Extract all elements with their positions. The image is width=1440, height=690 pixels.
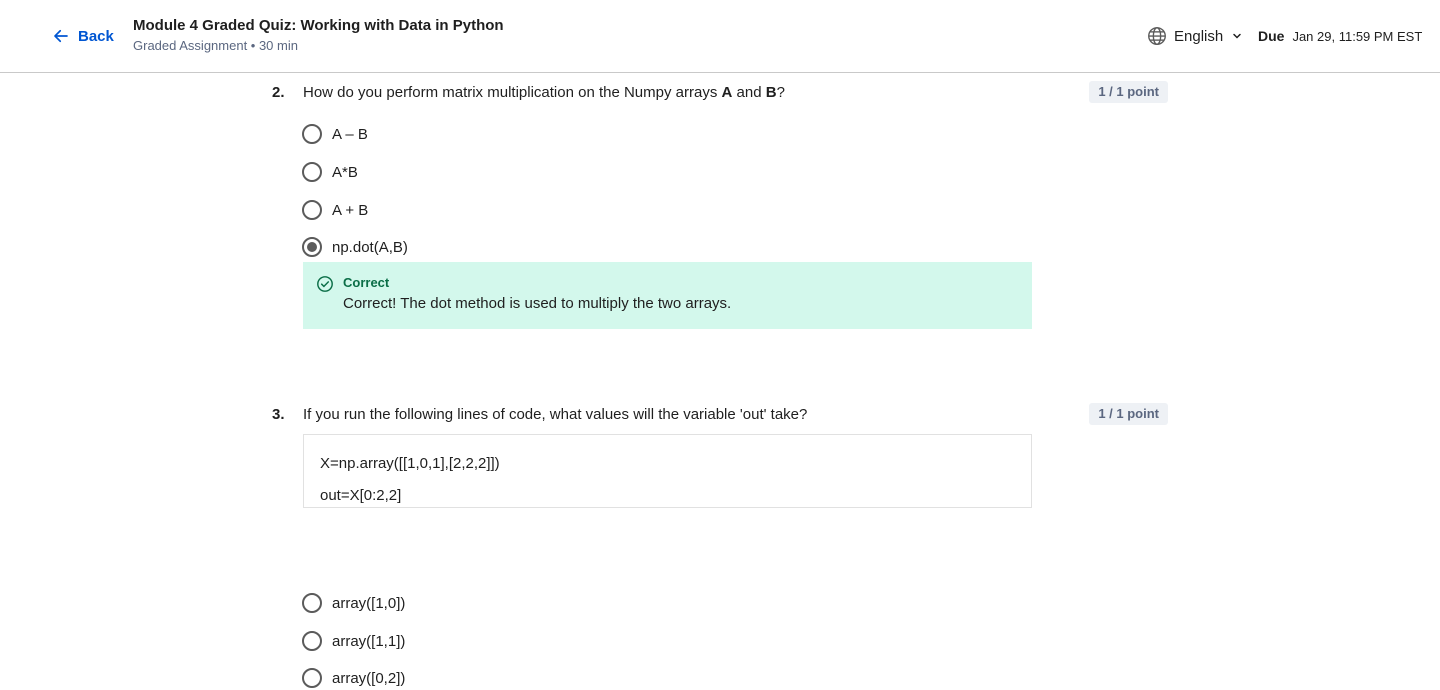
language-label: English bbox=[1174, 27, 1224, 45]
radio-button[interactable] bbox=[302, 162, 322, 182]
option-label: A*B bbox=[332, 163, 358, 181]
globe-icon bbox=[1148, 27, 1166, 45]
radio-button[interactable] bbox=[302, 200, 322, 220]
option-label: A – B bbox=[332, 125, 368, 143]
answer-option[interactable]: A + B bbox=[302, 198, 368, 222]
code-line: X=np.array([[1,0,1],[2,2,2]]) bbox=[320, 455, 500, 472]
correct-feedback: Correct Correct! The dot method is used … bbox=[303, 262, 1032, 329]
question-text-part: ? bbox=[776, 84, 785, 101]
back-label: Back bbox=[78, 27, 114, 45]
page-header: Back Module 4 Graded Quiz: Working with … bbox=[0, 0, 1440, 73]
answer-option[interactable]: array([1,0]) bbox=[302, 591, 405, 615]
question-text: How do you perform matrix multiplication… bbox=[303, 83, 785, 103]
feedback-text: Correct! The dot method is used to multi… bbox=[343, 295, 732, 312]
answer-option[interactable]: A – B bbox=[302, 122, 368, 146]
question-text: If you run the following lines of code, … bbox=[303, 406, 808, 423]
due-label: Due bbox=[1258, 28, 1285, 44]
question-text-part: How do you perform matrix multiplication… bbox=[303, 84, 722, 101]
back-button[interactable]: Back bbox=[52, 24, 114, 48]
answer-option[interactable]: array([0,2]) bbox=[302, 666, 405, 690]
arrow-left-icon bbox=[54, 29, 68, 43]
question-number: 2. bbox=[272, 84, 285, 101]
option-label: array([0,2]) bbox=[332, 669, 406, 687]
option-label: A + B bbox=[332, 201, 369, 219]
page-title: Module 4 Graded Quiz: Working with Data … bbox=[133, 17, 504, 34]
question-text-part: and bbox=[732, 84, 766, 101]
code-line: out=X[0:2,2] bbox=[320, 487, 402, 504]
option-label: array([1,0]) bbox=[332, 594, 406, 612]
radio-button[interactable] bbox=[302, 593, 322, 613]
radio-button[interactable] bbox=[302, 631, 322, 651]
points-badge: 1 / 1 point bbox=[1089, 81, 1168, 103]
assignment-meta: Graded Assignment • 30 min bbox=[133, 38, 298, 53]
due-value: Jan 29, 11:59 PM EST bbox=[1292, 29, 1423, 44]
feedback-title: Correct bbox=[343, 275, 390, 290]
code-block: X=np.array([[1,0,1],[2,2,2]]) out=X[0:2,… bbox=[303, 434, 1032, 508]
answer-option[interactable]: array([1,1]) bbox=[302, 629, 405, 653]
radio-button[interactable] bbox=[302, 668, 322, 688]
question-number: 3. bbox=[272, 406, 285, 423]
due-date: Due Jan 29, 11:59 PM EST bbox=[1258, 28, 1422, 44]
answer-option-selected[interactable]: np.dot(A,B) bbox=[302, 235, 408, 259]
check-circle-icon bbox=[317, 276, 333, 292]
answer-option[interactable]: A*B bbox=[302, 160, 358, 184]
question-bold-b: B bbox=[765, 84, 777, 101]
question-bold-a: A bbox=[721, 84, 733, 101]
chevron-down-icon bbox=[1233, 33, 1241, 39]
option-label: array([1,1]) bbox=[332, 632, 406, 650]
language-selector[interactable]: English bbox=[1146, 24, 1243, 48]
points-badge: 1 / 1 point bbox=[1089, 403, 1168, 425]
radio-button[interactable] bbox=[302, 124, 322, 144]
radio-button-selected[interactable] bbox=[302, 237, 322, 257]
assignment-title-block: Module 4 Graded Quiz: Working with Data … bbox=[133, 16, 504, 56]
option-label: np.dot(A,B) bbox=[332, 238, 408, 256]
